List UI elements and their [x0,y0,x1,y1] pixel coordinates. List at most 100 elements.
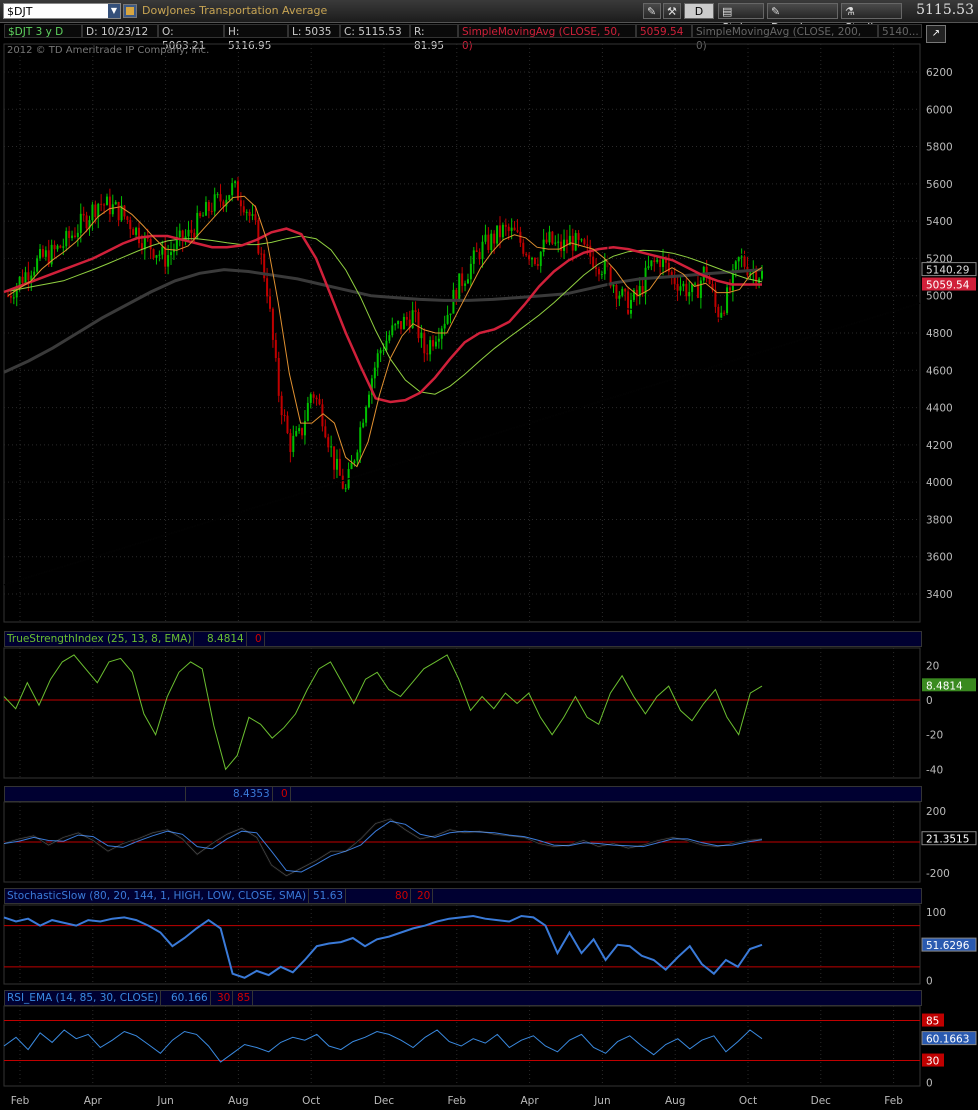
candle-body [24,272,27,283]
series-line-tsi [3,654,763,771]
candle-body [466,279,469,284]
candle-body [405,316,408,320]
price-tick-label: 3400 [926,589,953,601]
rsi-title: RSI_EMA (14, 85, 30, CLOSE) [5,991,162,1005]
candle-body [498,225,501,238]
candle-body [507,226,510,231]
candle-body [461,273,464,286]
candle-body [228,195,231,200]
tsi-title: TrueStrengthIndex (25, 13, 8, EMA) [5,632,195,646]
candle-body [140,243,143,250]
chart-canvas: Feb Apr Jun Aug Oct Dec Feb Apr Jun Aug Oct Dec Feb 6… [3,43,978,1107]
tag-osc: 21.3515 [926,834,969,846]
candle-body [187,229,190,237]
candle-body [135,227,138,235]
candle-body [621,288,624,296]
candle-body [117,202,120,221]
candle-body [193,232,196,238]
candle-body [301,428,304,436]
candle-body [341,475,344,489]
candle-body [306,402,309,421]
stoch-param-80: 80 [393,889,412,903]
price-axis-column [920,44,978,1086]
candle-body [216,194,219,196]
price-tick-label: 5000 [926,291,953,303]
candle-body [76,232,79,237]
candle-body [417,311,420,339]
price-tick-label: 5800 [926,142,953,154]
candle-body [91,204,94,221]
tsi-zero: 0 [253,632,265,646]
price-tick-label: 5400 [926,216,953,228]
candle-body [129,219,132,230]
rsi-value: 60.166 [169,991,211,1005]
candle-body [694,283,697,285]
sma50-tag: 5059.54 [926,280,970,292]
candle-body [257,220,260,254]
x-tick-label: Feb [11,1095,30,1107]
candle-body [469,263,472,280]
osc2-value: 8.4353 [231,787,273,801]
candle-body [743,256,746,267]
tsi-tag: 8.4814 [926,680,963,692]
candle-body [254,214,257,221]
sma200-tag: 5140.29 [926,265,969,277]
candle-body [650,260,653,267]
candle-body [39,248,42,259]
candle-body [612,285,615,287]
candle-body [615,285,618,299]
candle-body [298,428,301,432]
candle-body [190,229,193,233]
rsi-param-85: 85 [235,991,254,1005]
candle-body [251,214,254,216]
candle-body [178,230,181,238]
candle-body [472,250,475,264]
candle-body [528,255,531,260]
stoch-title: StochasticSlow (80, 20, 144, 1, HIGH, LO… [5,889,310,903]
x-tick-label: Jun [593,1095,610,1107]
candle-body [373,367,376,379]
osc2-title [5,787,186,801]
candle-body [522,242,525,254]
candle-body [196,212,199,238]
candle-body [653,260,656,262]
candle-body [289,433,292,453]
candle-body [82,213,85,216]
candle-body [577,233,580,240]
candle-body [699,280,702,298]
candle-body [309,394,312,403]
candle-body [443,323,446,329]
price-tick-label: 4400 [926,403,953,415]
axis-label-osc: 200 [926,806,946,818]
candle-body [260,253,263,255]
candle-body [367,394,370,408]
candle-body [734,261,737,270]
candle-body [400,321,403,330]
candle-body [27,272,30,281]
candle-body [138,227,141,244]
candle-body [385,340,388,351]
candle-body [100,203,103,205]
pane-frame-tsi [3,647,921,779]
candle-body [458,273,461,302]
candle-body [496,225,499,244]
x-tick-label: Jun [156,1095,173,1107]
price-tick-label: 3600 [926,552,953,564]
candle-body [79,213,82,233]
candle-body [513,227,516,231]
candle-body [36,258,39,272]
series-line-rsi [3,1029,763,1063]
candle-body [551,231,554,244]
x-tick-label: Apr [521,1095,540,1107]
candle-body [44,250,47,257]
candle-body [53,244,56,250]
candle-body [155,255,158,258]
candle-body [126,216,129,220]
axis-label-stoch: 0 [926,976,933,988]
candle-body [132,229,135,235]
candle-body [659,259,662,267]
x-tick-label: Feb [884,1095,903,1107]
candle-body [350,462,353,470]
candle-body [446,314,449,324]
candle-body [423,332,426,354]
